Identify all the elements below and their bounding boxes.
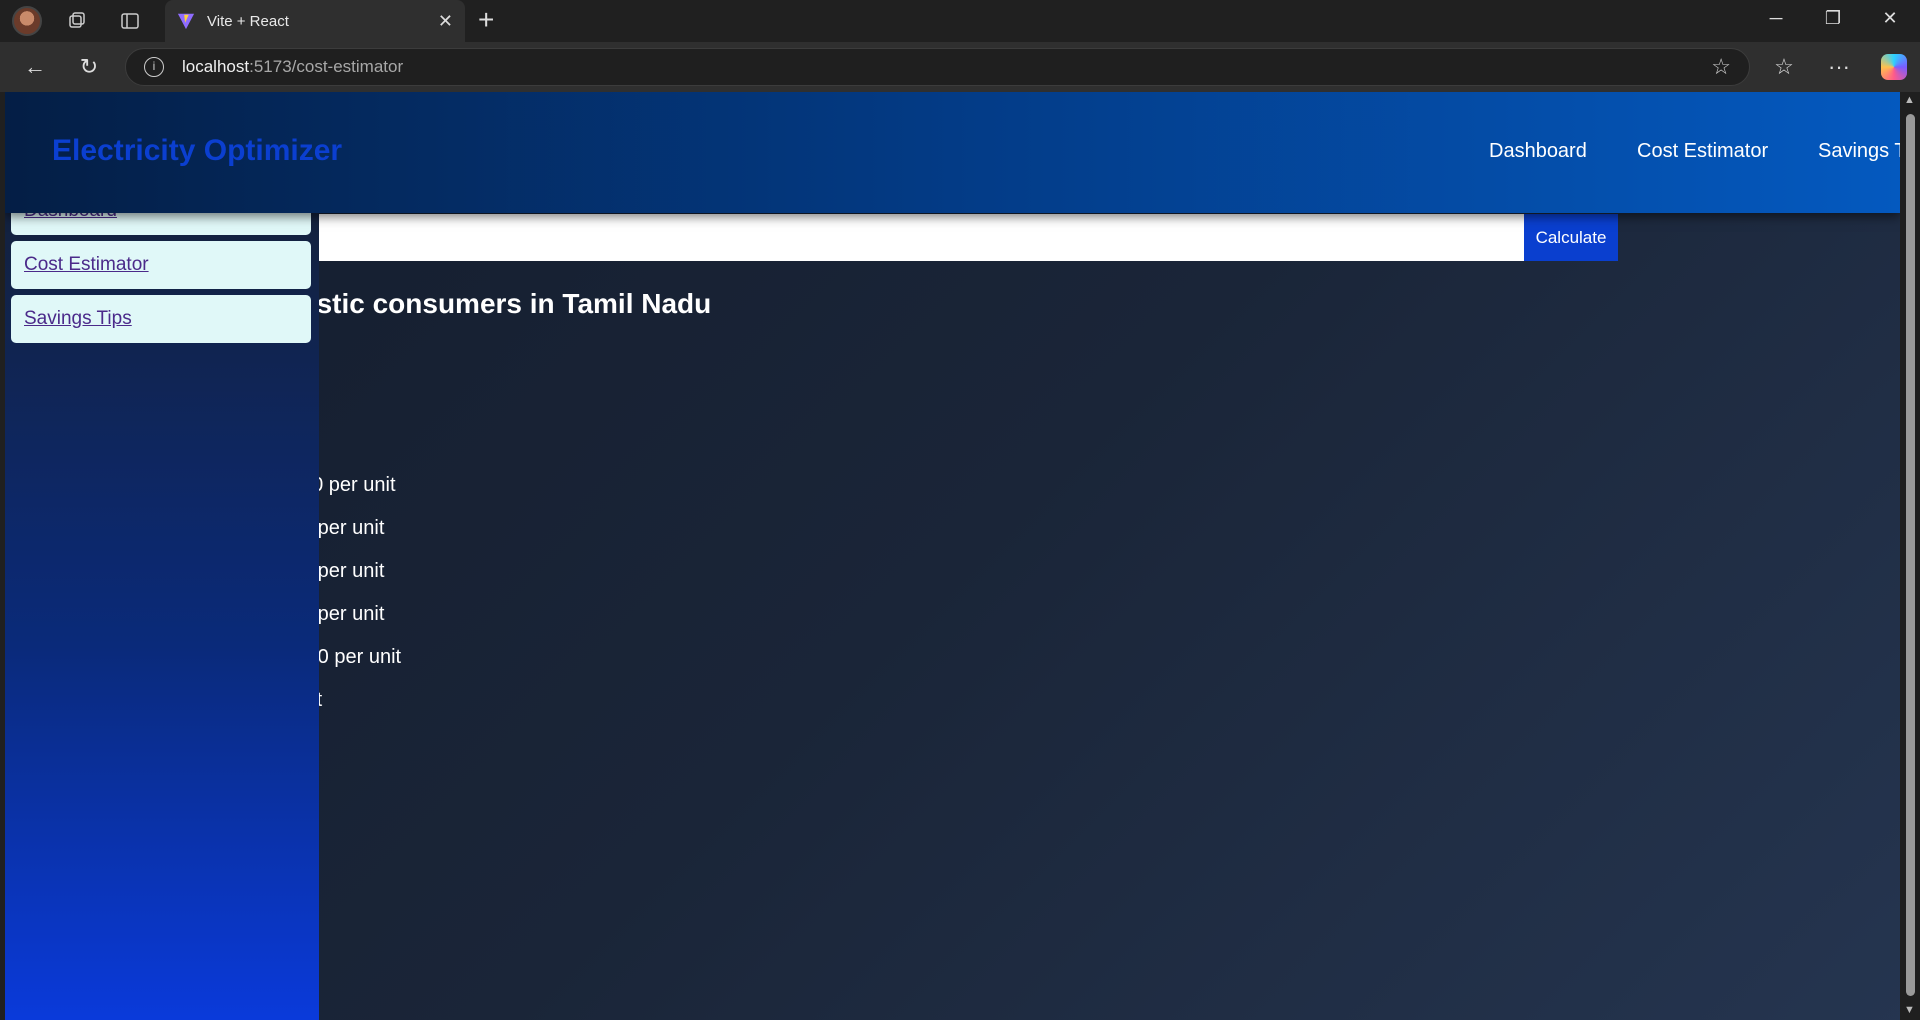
minimize-icon[interactable]: ─ <box>1756 8 1796 29</box>
app-header: Electricity Optimizer Dashboard Cost Est… <box>5 92 1907 213</box>
sidebar-item-savings-tips[interactable]: Savings Tips <box>11 295 311 343</box>
brand-title[interactable]: Electricity Optimizer <box>52 134 342 168</box>
tab-title: Vite + React <box>207 12 289 30</box>
close-window-icon[interactable]: ✕ <box>1870 8 1910 29</box>
calculate-button[interactable]: Calculate <box>1524 214 1618 261</box>
address-bar[interactable]: i localhost:5173/cost-estimator ☆ <box>125 48 1750 86</box>
sidebar: Dashboard Cost Estimator Savings Tips <box>5 187 319 1020</box>
vertical-tabs-icon[interactable] <box>117 8 143 34</box>
site-info-icon[interactable]: i <box>144 57 164 77</box>
browser-tab-bar: Vite + React ✕ + ─ ❐ ✕ <box>0 0 1920 42</box>
scrollbar-thumb[interactable] <box>1906 114 1915 996</box>
tariff-heading: estic consumers in Tamil Nadu <box>301 288 712 319</box>
profile-avatar[interactable] <box>12 6 42 36</box>
scroll-up-icon[interactable]: ▲ <box>1904 94 1915 106</box>
page-scrollbar[interactable]: ▲ ▼ <box>1900 92 1920 1020</box>
copilot-icon[interactable] <box>1878 52 1910 82</box>
workspaces-icon[interactable] <box>64 8 90 34</box>
vite-favicon-icon <box>177 13 195 30</box>
address-toolbar: ← ↻ i localhost:5173/cost-estimator ☆ ☆ … <box>0 42 1920 92</box>
sidebar-item-cost-estimator[interactable]: Cost Estimator <box>11 241 311 289</box>
header-nav-dashboard[interactable]: Dashboard <box>1489 140 1587 163</box>
back-icon[interactable]: ← <box>20 52 50 82</box>
close-tab-icon[interactable]: ✕ <box>438 11 453 32</box>
header-nav-savings-tips[interactable]: Savings T <box>1818 140 1907 163</box>
scroll-down-icon[interactable]: ▼ <box>1904 1004 1915 1016</box>
new-tab-icon[interactable]: + <box>478 6 494 34</box>
header-nav-cost-estimator[interactable]: Cost Estimator <box>1637 140 1768 163</box>
url-host: localhost <box>182 57 250 76</box>
favorites-icon[interactable]: ☆ <box>1768 52 1800 82</box>
active-tab[interactable]: Vite + React ✕ <box>165 0 465 42</box>
page-viewport: Calculate estic consumers in Tamil Nadu … <box>5 92 1920 1020</box>
favorite-star-icon[interactable]: ☆ <box>1711 54 1731 80</box>
more-options-icon[interactable]: ··· <box>1823 52 1855 82</box>
restore-icon[interactable]: ❐ <box>1813 8 1853 29</box>
url-path: :5173/cost-estimator <box>249 57 404 76</box>
refresh-icon[interactable]: ↻ <box>74 52 104 82</box>
